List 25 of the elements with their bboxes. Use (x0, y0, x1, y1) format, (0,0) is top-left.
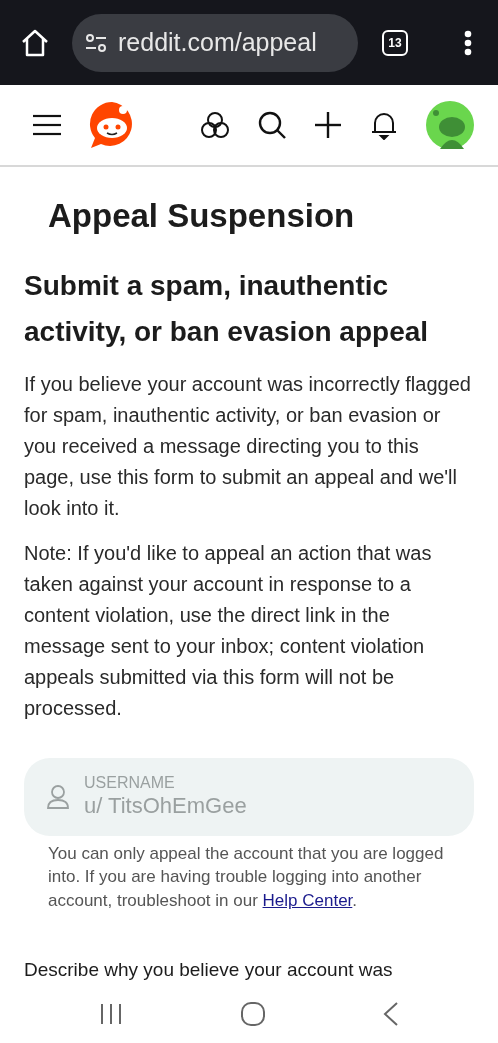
address-bar[interactable]: reddit.com/appeal (72, 13, 358, 72)
more-options-icon[interactable] (464, 29, 472, 56)
field-value: u/ TitsOhEmGee (84, 791, 247, 820)
home-icon[interactable] (20, 27, 50, 58)
page-title: Appeal Suspension (47, 196, 356, 236)
menu-icon[interactable] (33, 114, 61, 136)
plus-icon[interactable] (314, 111, 342, 139)
site-settings-icon (84, 31, 108, 54)
home-button-icon[interactable] (240, 1001, 266, 1027)
paragraph: If you believe your account was incorrectly flagged for spam, inauthentic activity, or ban evasion or you received a message directing you to this page, use this form to submit an appeal and we'll look into it. (24, 371, 472, 521)
paragraph: Note: If you'd like to appeal an action that was taken against your account in response to a content violation, use the direct link in the message sent to your inbox; content violation appeals submitted via this form will not be processed. (24, 540, 433, 721)
section-heading: Submit a spam, inauthentic activity, or ban evasion appeal (24, 268, 430, 349)
field-label: USERNAME (84, 773, 176, 792)
question-label: Describe why you believe your account was (24, 958, 394, 982)
search-icon[interactable] (258, 111, 286, 139)
user-icon (46, 783, 70, 810)
helper-text: You can only appeal the account that you are logged into. If you are having trouble logging into another account, troubleshoot in our Help Center. (47, 842, 445, 912)
recent-apps-icon[interactable] (98, 1003, 123, 1025)
url-text: reddit.com/appeal (118, 26, 317, 58)
avatar-icon[interactable] (426, 101, 474, 149)
tab-count-button[interactable]: 13 (382, 29, 408, 56)
help-center-link[interactable]: Help Center (262, 890, 353, 910)
circles-icon[interactable] (200, 111, 230, 139)
bell-icon[interactable] (370, 110, 398, 140)
back-icon[interactable] (383, 1001, 400, 1027)
